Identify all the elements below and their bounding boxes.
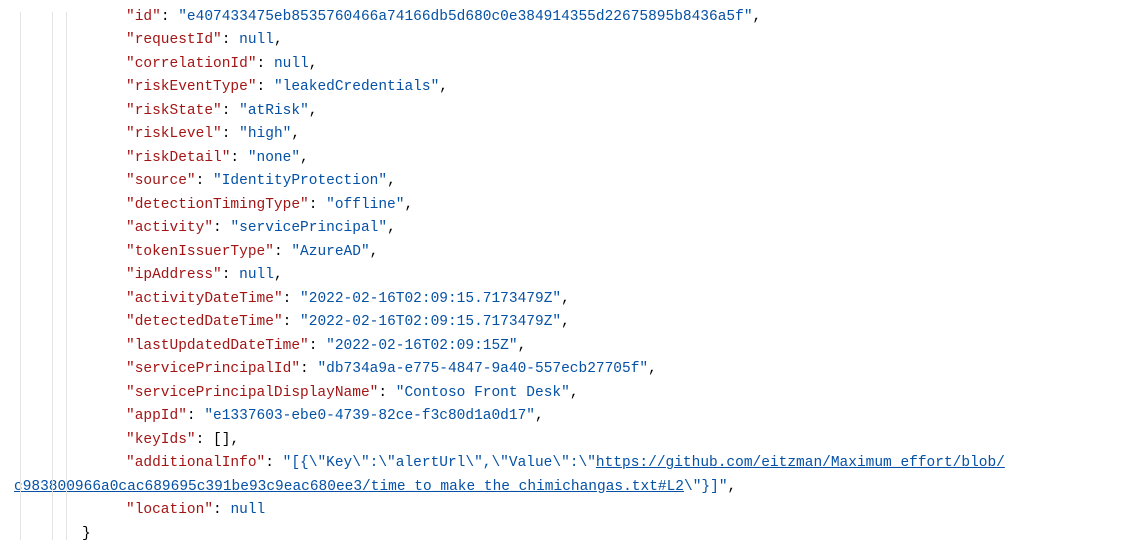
json-value: leakedCredentials [283, 79, 431, 95]
json-line-correlationId: "correlationId": null, [0, 53, 1133, 76]
json-key: location [135, 502, 205, 518]
json-value: 2022-02-16T02:09:15.7173479Z [309, 314, 553, 330]
json-value: AzureAD [300, 244, 361, 260]
json-key: activity [135, 220, 205, 236]
json-line-riskState: "riskState": "atRisk", [0, 100, 1133, 123]
json-line-additionalInfo: "additionalInfo": "[{\"Key\":\"alertUrl\… [0, 452, 1133, 475]
json-null: null [239, 32, 274, 48]
json-line-source: "source": "IdentityProtection", [0, 170, 1133, 193]
json-value: 2022-02-16T02:09:15Z [335, 338, 509, 354]
json-line-detectedDateTime: "detectedDateTime": "2022-02-16T02:09:15… [0, 311, 1133, 334]
json-value: [] [213, 432, 230, 448]
json-key: servicePrincipalDisplayName [135, 385, 370, 401]
json-null: null [239, 267, 274, 283]
json-value: db734a9a-e775-4847-9a40-557ecb27705f [326, 361, 639, 377]
json-close-brace: } [0, 523, 1133, 546]
json-value: e1337603-ebe0-4739-82ce-f3c80d1a0d17 [213, 408, 526, 424]
json-value: Contoso Front Desk [404, 385, 561, 401]
json-line-riskLevel: "riskLevel": "high", [0, 123, 1133, 146]
json-value-suffix: \"}] [684, 479, 719, 495]
json-key: riskDetail [135, 150, 222, 166]
json-line-tokenIssuerType: "tokenIssuerType": "AzureAD", [0, 241, 1133, 264]
json-key: activityDateTime [135, 291, 274, 307]
json-line-requestId: "requestId": null, [0, 29, 1133, 52]
json-key: detectionTimingType [135, 197, 300, 213]
json-line-keyIds: "keyIds": [], [0, 429, 1133, 452]
json-key: keyIds [135, 432, 187, 448]
json-line-activityDateTime: "activityDateTime": "2022-02-16T02:09:15… [0, 288, 1133, 311]
json-key: id [135, 9, 152, 25]
json-value: e407433475eb8535760466a74166db5d680c0e38… [187, 9, 744, 25]
json-value: servicePrincipal [239, 220, 378, 236]
json-value: high [248, 126, 283, 142]
json-code-block: "id": "e407433475eb8535760466a74166db5d6… [0, 6, 1133, 546]
json-value: IdentityProtection [222, 173, 379, 189]
json-line-lastUpdatedDateTime: "lastUpdatedDateTime": "2022-02-16T02:09… [0, 335, 1133, 358]
json-line-servicePrincipalId: "servicePrincipalId": "db734a9a-e775-484… [0, 358, 1133, 381]
json-null: null [274, 56, 309, 72]
json-key: requestId [135, 32, 213, 48]
embedded-url-link[interactable]: c983800966a0cac689695c391be93c9eac680ee3… [14, 479, 684, 495]
json-key: additionalInfo [135, 455, 257, 471]
json-key: servicePrincipalId [135, 361, 292, 377]
json-line-location: "location": null [0, 499, 1133, 522]
json-value-prefix: [{\"Key\":\"alertUrl\",\"Value\":\" [291, 455, 596, 471]
json-key: ipAddress [135, 267, 213, 283]
json-line-appId: "appId": "e1337603-ebe0-4739-82ce-f3c80d… [0, 405, 1133, 428]
json-value: atRisk [248, 103, 300, 119]
json-key: correlationId [135, 56, 248, 72]
embedded-url-link[interactable]: https://github.com/eitzman/Maximum_effor… [596, 455, 1005, 471]
json-null: null [230, 502, 265, 518]
json-key: detectedDateTime [135, 314, 274, 330]
json-key: lastUpdatedDateTime [135, 338, 300, 354]
json-line-riskEventType: "riskEventType": "leakedCredentials", [0, 76, 1133, 99]
json-key: source [135, 173, 187, 189]
json-value: offline [335, 197, 396, 213]
json-value: 2022-02-16T02:09:15.7173479Z [309, 291, 553, 307]
json-line-ipAddress: "ipAddress": null, [0, 264, 1133, 287]
json-line-detectionTimingType: "detectionTimingType": "offline", [0, 194, 1133, 217]
json-line-riskDetail: "riskDetail": "none", [0, 147, 1133, 170]
json-line-activity: "activity": "servicePrincipal", [0, 217, 1133, 240]
json-key: appId [135, 408, 179, 424]
json-value: none [257, 150, 292, 166]
json-key: riskEventType [135, 79, 248, 95]
json-key: riskState [135, 103, 213, 119]
json-line-additionalInfo-wrap: c983800966a0cac689695c391be93c9eac680ee3… [0, 476, 1133, 499]
json-key: tokenIssuerType [135, 244, 266, 260]
json-line-servicePrincipalDisplayName: "servicePrincipalDisplayName": "Contoso … [0, 382, 1133, 405]
json-key: riskLevel [135, 126, 213, 142]
json-line-id: "id": "e407433475eb8535760466a74166db5d6… [0, 6, 1133, 29]
